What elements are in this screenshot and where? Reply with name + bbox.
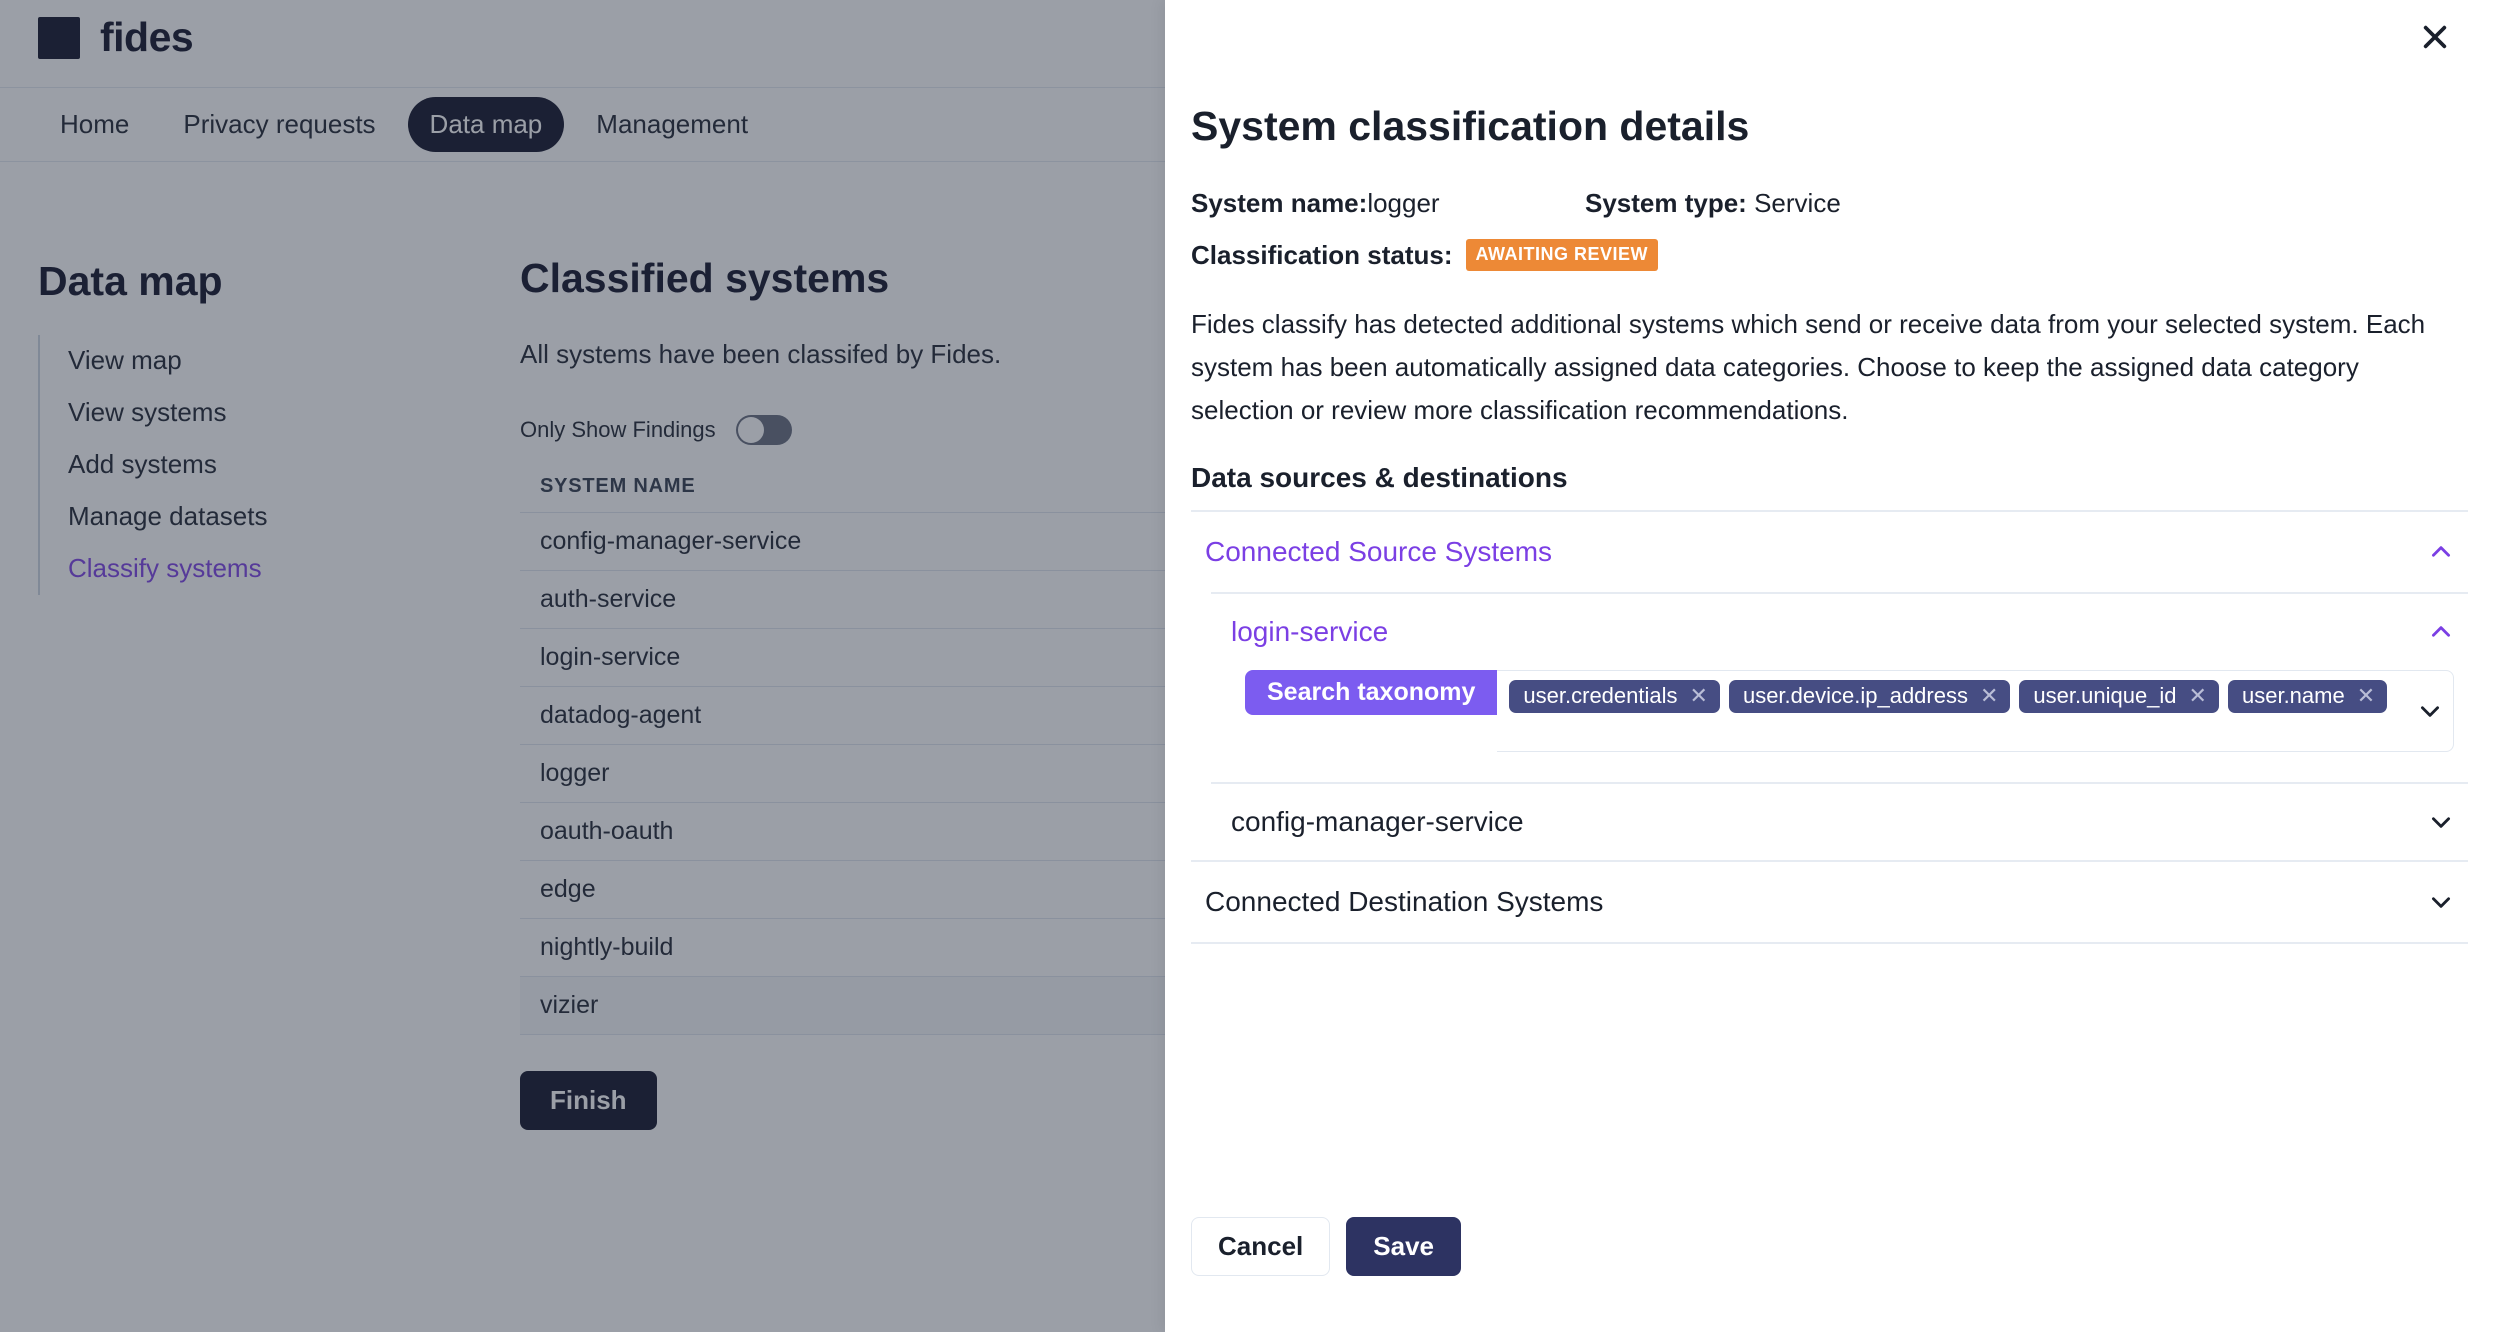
tag-label: user.credentials <box>1523 683 1678 708</box>
modal-footer: Cancel Save <box>1191 1217 1461 1276</box>
close-icon[interactable]: ✕ <box>2189 685 2207 707</box>
chevron-up-icon[interactable] <box>2428 539 2454 565</box>
chevron-up-icon[interactable] <box>2428 619 2454 645</box>
accordion-header[interactable]: login-service <box>1211 594 2468 670</box>
tag-user-unique-id[interactable]: user.unique_id ✕ <box>2019 680 2219 713</box>
system-name-value: logger <box>1367 188 1440 218</box>
accordion-label: Connected Destination Systems <box>1205 886 1604 917</box>
system-name-field: System name:logger <box>1191 188 1585 219</box>
tag-label: user.device.ip_address <box>1742 683 1968 708</box>
tag-label: user.unique_id <box>2033 683 2177 708</box>
status-badge: AWAITING REVIEW <box>1465 239 1659 271</box>
tag-list: user.credentials ✕ user.device.ip_addres… <box>1509 680 2409 713</box>
screen: fides Home Privacy requests Data map Man… <box>0 0 2494 1332</box>
tag-user-device-ip-address[interactable]: user.device.ip_address ✕ <box>1728 680 2011 713</box>
accordion-connected-source-systems: Connected Source Systems login-service S… <box>1191 510 2468 860</box>
chevron-down-icon[interactable] <box>2428 889 2454 915</box>
accordion-label: config-manager-service <box>1231 806 1524 837</box>
chevron-down-icon[interactable] <box>2417 698 2443 724</box>
tag-label: user.name <box>2241 683 2345 708</box>
modal-description: Fides classify has detected additional s… <box>1191 309 2426 425</box>
system-type-field: System type: Service <box>1585 188 1841 219</box>
accordion-header[interactable]: config-manager-service <box>1211 784 2468 860</box>
accordion-group: Connected Source Systems login-service S… <box>1191 510 2468 944</box>
accordion-label: login-service <box>1231 616 1389 647</box>
classification-status-row: Classification status: AWAITING REVIEW <box>1191 239 2468 271</box>
search-taxonomy-button[interactable]: Search taxonomy <box>1245 670 1498 715</box>
system-type-label: System type: <box>1585 188 1747 218</box>
cancel-button[interactable]: Cancel <box>1191 1217 1331 1276</box>
taxonomy-tags-box[interactable]: user.credentials ✕ user.device.ip_addres… <box>1497 670 2454 752</box>
accordion-header[interactable]: Connected Destination Systems <box>1191 862 2468 942</box>
tag-user-credentials[interactable]: user.credentials ✕ <box>1509 680 1720 713</box>
close-icon[interactable]: ✕ <box>1690 685 1708 707</box>
chevron-down-icon[interactable] <box>2428 809 2454 835</box>
close-icon[interactable]: ✕ <box>2357 685 2375 707</box>
system-classification-modal: System classification details System nam… <box>1165 0 2494 1332</box>
close-icon[interactable]: ✕ <box>1980 685 1998 707</box>
classification-status-label: Classification status: <box>1191 239 1453 270</box>
save-button[interactable]: Save <box>1346 1217 1461 1276</box>
system-type-value: Service <box>1754 188 1841 218</box>
accordion-config-manager-service: config-manager-service <box>1211 782 2468 860</box>
accordion-panel: login-service Search taxonomy user.crede… <box>1191 592 2468 860</box>
accordion-label: Connected Source Systems <box>1205 536 1553 567</box>
tag-user-name[interactable]: user.name ✕ <box>2227 680 2388 713</box>
modal-body: System classification details System nam… <box>1191 0 2468 944</box>
accordion-connected-destination-systems: Connected Destination Systems <box>1191 860 2468 944</box>
accordion-login-service: login-service Search taxonomy user.crede… <box>1211 592 2468 782</box>
system-meta-row: System name:logger System type: Service <box>1191 188 2468 219</box>
system-name-label: System name: <box>1191 188 1368 218</box>
accordion-header[interactable]: Connected Source Systems <box>1191 512 2468 592</box>
data-sources-section-title: Data sources & destinations <box>1191 462 1568 493</box>
modal-title: System classification details <box>1191 103 1750 149</box>
taxonomy-selector: Search taxonomy user.credentials ✕ user.… <box>1211 670 2468 782</box>
